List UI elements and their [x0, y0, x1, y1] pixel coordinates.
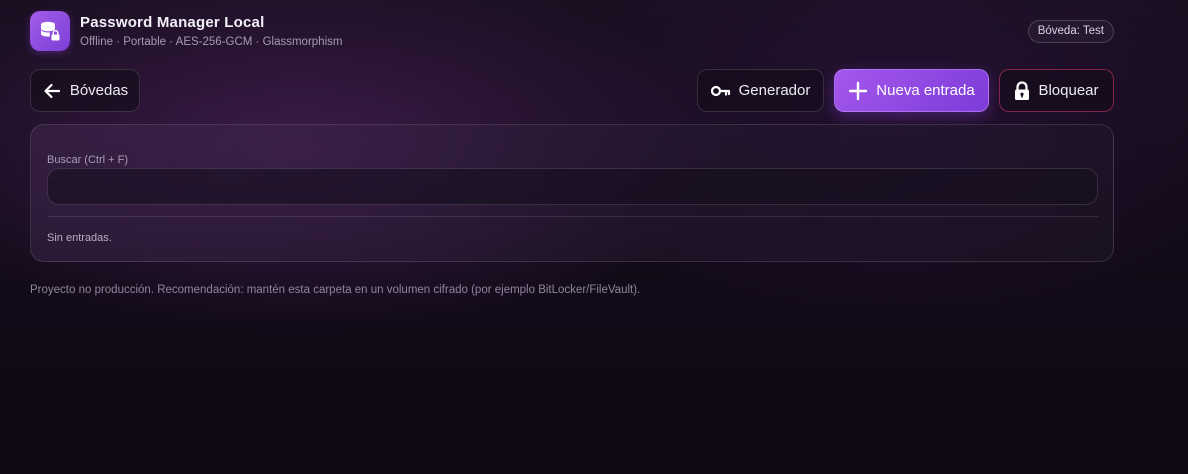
lock-icon [1014, 80, 1030, 101]
lock-button-label: Bloquear [1038, 82, 1099, 99]
generator-button-label: Generador [738, 82, 811, 99]
arrow-left-icon [42, 81, 62, 101]
new-entry-button-label: Nueva entrada [876, 82, 975, 99]
app-header: Password Manager Local Offline · Portabl… [30, 11, 1114, 51]
database-lock-icon [30, 11, 70, 51]
new-entry-button[interactable]: Nueva entrada [834, 69, 989, 112]
back-button-label: Bóvedas [69, 82, 129, 99]
key-icon [710, 84, 731, 98]
search-input[interactable] [47, 168, 1098, 205]
vault-badge: Bóveda: Test [1027, 20, 1114, 43]
back-to-vaults-button[interactable]: Bóvedas [30, 69, 140, 112]
empty-entries-message: Sin entradas. [47, 232, 112, 244]
app-subtitle: Offline · Portable · AES-256-GCM · Glass… [80, 35, 343, 48]
entries-panel: Buscar (Ctrl + F) Sin entradas. [30, 124, 1114, 262]
search-label: Buscar (Ctrl + F) [47, 154, 128, 166]
lock-button[interactable]: Bloquear [999, 69, 1114, 112]
divider [47, 216, 1098, 217]
generator-button[interactable]: Generador [697, 69, 824, 112]
plus-icon [848, 81, 868, 101]
footer-note: Proyecto no producción. Recomendación: m… [30, 284, 641, 296]
app-title: Password Manager Local [80, 13, 265, 31]
